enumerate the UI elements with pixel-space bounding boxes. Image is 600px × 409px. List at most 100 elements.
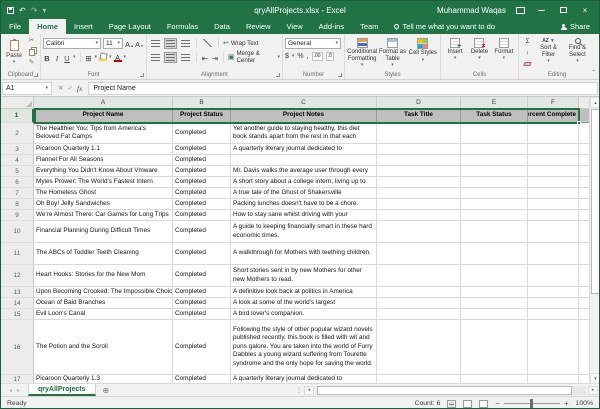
decrease-indent-button[interactable]: ⇤ [201, 52, 209, 62]
tab-file[interactable]: File [1, 19, 29, 34]
cell-percent-complete[interactable] [528, 375, 579, 384]
cell-percent-complete[interactable] [528, 221, 579, 243]
cell-task-status[interactable] [461, 210, 528, 221]
cell-task-status[interactable] [461, 199, 528, 210]
font-name-select[interactable]: Calibri▾ [43, 38, 101, 49]
cell-project-name[interactable]: Everything You Didn't Know About Vmware [34, 166, 173, 177]
row-number[interactable]: 10 [1, 221, 34, 243]
column-header-c[interactable]: C [231, 97, 377, 109]
cell-project-name[interactable]: Picaroon Quarterly 1.3 [34, 375, 173, 384]
cell-task-title[interactable] [377, 298, 461, 309]
row-number[interactable]: 11 [1, 243, 34, 265]
row-number[interactable]: 3 [1, 144, 34, 155]
normal-view-button[interactable] [447, 400, 456, 408]
sort-filter-button[interactable]: AZ▼ Sort & Filter ▾ [534, 36, 563, 68]
row-number[interactable]: 12 [1, 265, 34, 287]
cell-project-status[interactable]: Completed [173, 265, 231, 287]
cell[interactable] [579, 177, 589, 188]
cell-percent-complete[interactable] [528, 243, 579, 265]
cell-task-status[interactable] [461, 265, 528, 287]
collapse-ribbon-button[interactable]: ˆ [592, 69, 595, 78]
formula-input[interactable]: Project Name [88, 82, 598, 95]
orientation-button[interactable] [201, 37, 214, 49]
clear-button[interactable] [523, 62, 531, 66]
cell-task-status[interactable] [461, 320, 528, 375]
header-project-notes[interactable]: Project Notes [231, 109, 377, 123]
close-button[interactable]: × [579, 4, 591, 16]
row-number[interactable]: 4 [1, 155, 34, 166]
comma-button[interactable]: , [307, 53, 309, 60]
sheet-tab-qryallprojects[interactable]: qryAllProjects [28, 384, 95, 396]
cell-task-title[interactable] [377, 309, 461, 320]
cell-project-notes[interactable]: Yet another guide to staying healthy, th… [231, 123, 377, 144]
row-number[interactable]: 9 [1, 210, 34, 221]
increase-indent-button[interactable]: ⇥ [211, 52, 219, 62]
decrease-decimal-button[interactable]: .0 [326, 52, 334, 61]
align-right-button[interactable] [179, 52, 192, 63]
tab-formulas[interactable]: Formulas [159, 19, 206, 34]
scroll-left-icon[interactable]: ◂ [304, 386, 314, 395]
cell-project-notes[interactable]: A definitive look back at politics in Am… [231, 287, 377, 298]
tab-page-layout[interactable]: Page Layout [101, 19, 159, 34]
increase-decimal-button[interactable]: .00 [312, 52, 323, 61]
cell-percent-complete[interactable] [528, 265, 579, 287]
row-number[interactable]: 15 [1, 309, 34, 320]
format-cells-button[interactable]: Format ▾ [492, 36, 516, 68]
currency-button[interactable]: $ [285, 53, 289, 60]
cell-task-status[interactable] [461, 309, 528, 320]
cell-project-notes[interactable]: A quarterly literary journal dedicated t… [231, 144, 377, 155]
cell[interactable] [579, 210, 589, 221]
cell-project-notes[interactable]: Packing lunches doesn't have to be a cho… [231, 199, 377, 210]
cell-project-name[interactable]: The Healthier You: Tips from America's B… [34, 123, 173, 144]
scroll-right-icon[interactable]: ▸ [588, 386, 598, 395]
dialog-launcher-font[interactable] [140, 73, 144, 77]
cell-percent-complete[interactable] [528, 309, 579, 320]
column-header-g-partial[interactable] [579, 97, 589, 109]
cell-project-name[interactable]: Flannel For All Seasons [34, 155, 173, 166]
row-number[interactable]: 5 [1, 166, 34, 177]
tab-home[interactable]: Home [29, 19, 66, 34]
fill-color-button[interactable] [99, 53, 107, 61]
cut-button[interactable]: ✂ [29, 38, 34, 45]
cell-percent-complete[interactable] [528, 166, 579, 177]
dialog-launcher-alignment[interactable] [276, 73, 280, 77]
wrap-text-button[interactable]: ↩Wrap Text [223, 40, 259, 47]
cell-project-name[interactable]: The Homeless Ghost [34, 188, 173, 199]
cell-project-notes[interactable]: A look at some of the world's largest [231, 298, 377, 309]
vertical-scroll-thumb[interactable] [591, 109, 600, 294]
zoom-slider-thumb[interactable] [530, 399, 533, 408]
select-all-corner[interactable] [1, 97, 34, 109]
cell-project-status[interactable]: Completed [173, 375, 231, 384]
cell-project-status[interactable]: Completed [173, 309, 231, 320]
insert-function-button[interactable]: fx [77, 84, 82, 93]
bold-button[interactable]: B [43, 52, 51, 62]
row-number[interactable]: 16 [1, 320, 34, 375]
cell-task-status[interactable] [461, 287, 528, 298]
cell-task-title[interactable] [377, 166, 461, 177]
cell-percent-complete[interactable] [528, 144, 579, 155]
cell[interactable] [579, 309, 589, 320]
cell-project-notes[interactable]: A walkthrough for Mothers with teething … [231, 243, 377, 265]
cell-task-status[interactable] [461, 166, 528, 177]
cell[interactable] [579, 375, 589, 384]
cell-task-title[interactable] [377, 144, 461, 155]
cell-project-name[interactable]: Upon Becoming Crooked: The Impossible Ch… [34, 287, 173, 298]
percent-button[interactable]: % [297, 53, 303, 60]
tab-insert[interactable]: Insert [66, 19, 101, 34]
scroll-down-icon[interactable]: ▾ [590, 373, 600, 384]
decrease-font-button[interactable]: A [135, 38, 143, 48]
merge-center-button[interactable]: ▣Merge & Center▾ [228, 50, 280, 64]
header-task-title[interactable]: Task Title [377, 109, 461, 123]
cell[interactable] [579, 155, 589, 166]
sheet-nav-next-icon[interactable]: ▸ [17, 387, 20, 394]
column-header-b[interactable]: B [173, 97, 231, 109]
dialog-launcher-clipboard[interactable] [34, 73, 38, 77]
column-header-d[interactable]: D [377, 97, 461, 109]
zoom-in-button[interactable]: + [564, 400, 569, 408]
cell-task-title[interactable] [377, 375, 461, 384]
insert-cells-button[interactable]: Insert ▾ [443, 36, 467, 68]
zoom-level[interactable]: 100% [576, 400, 593, 407]
copy-button[interactable] [29, 49, 35, 56]
row-number[interactable]: 1 [1, 109, 34, 123]
cell[interactable] [579, 221, 589, 243]
